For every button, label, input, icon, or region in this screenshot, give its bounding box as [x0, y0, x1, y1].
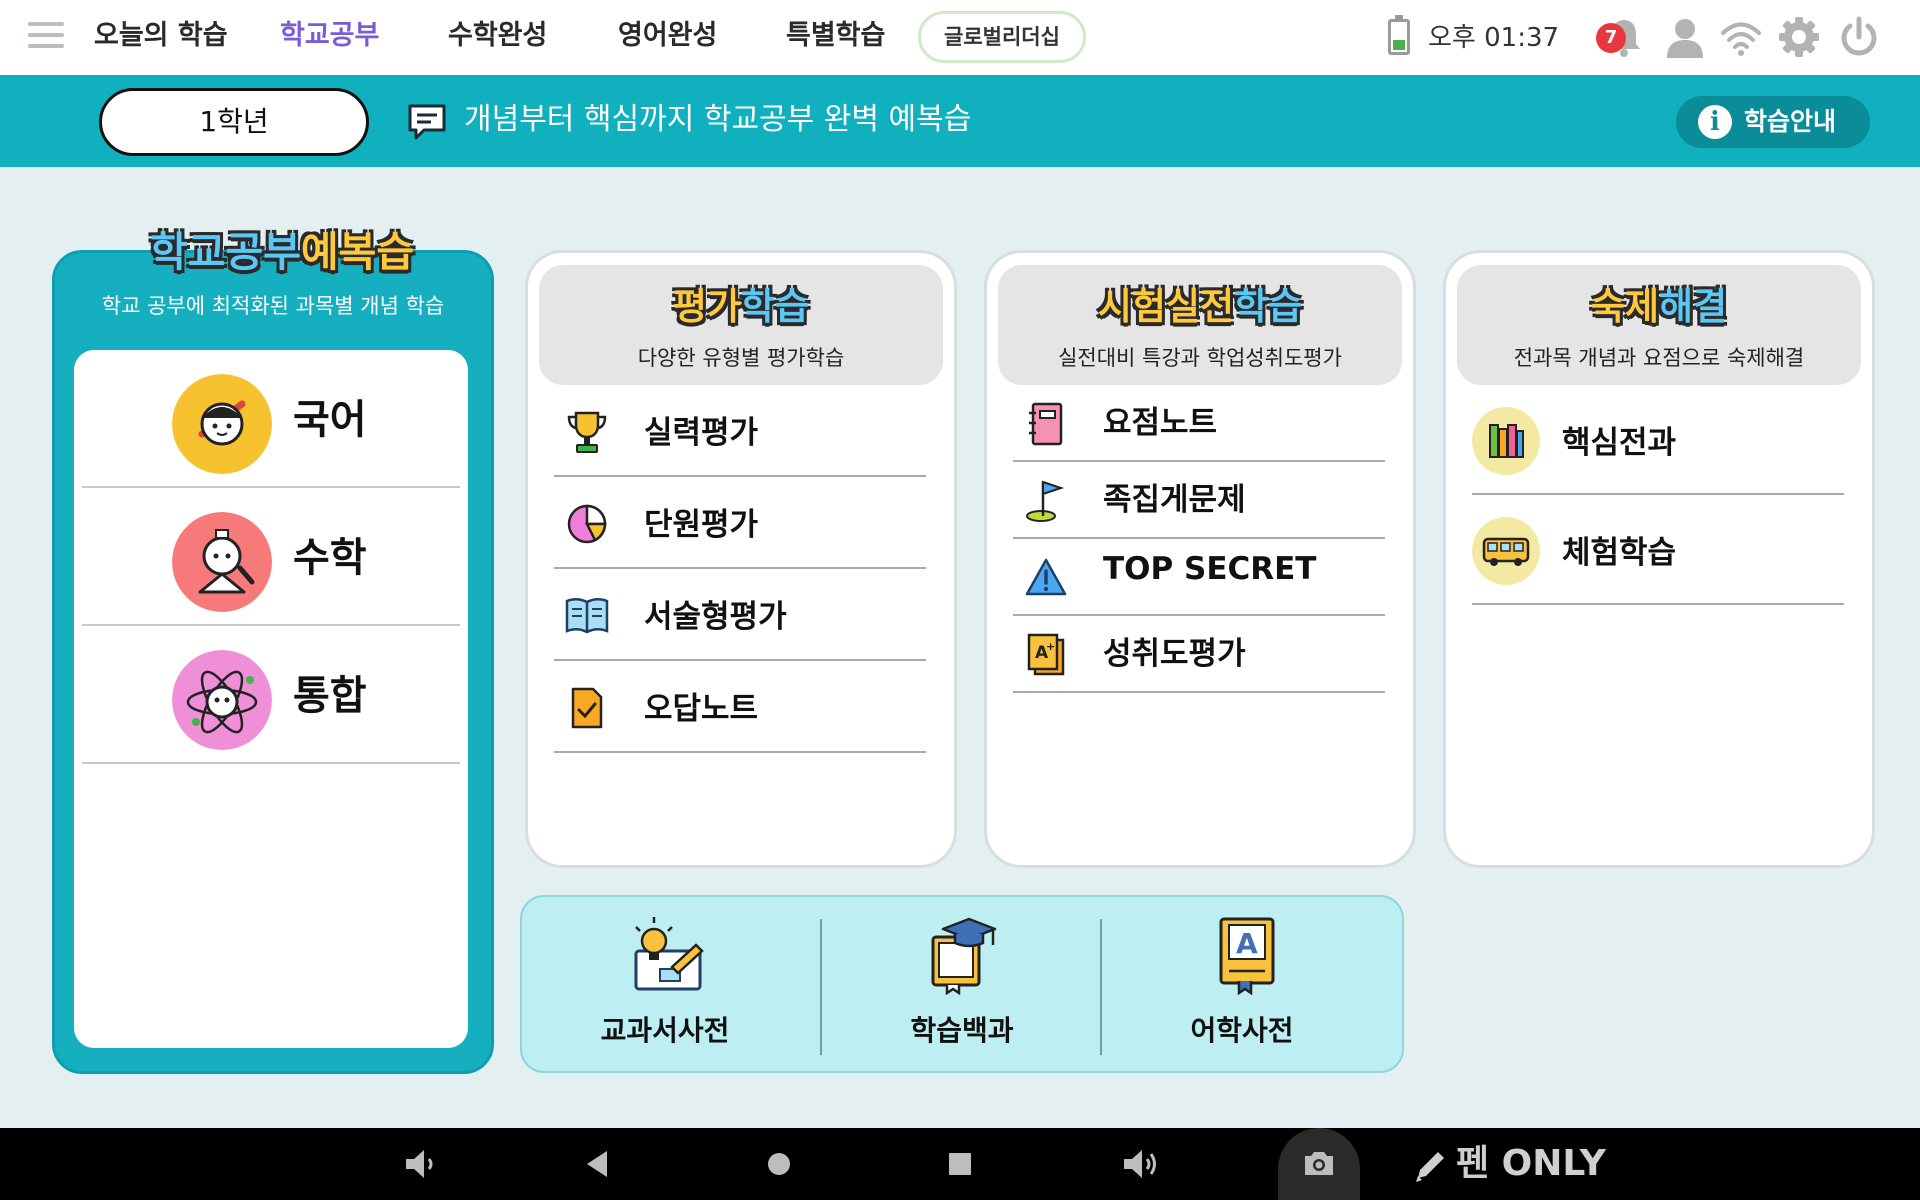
- learning-encyclopedia-button[interactable]: 학습백과: [822, 911, 1102, 1061]
- back-icon[interactable]: [574, 1140, 622, 1188]
- checked-document-icon: [571, 687, 603, 729]
- exam-practice-card-header: 시험실전학습 실전대비 특강과 학업성취도평가: [998, 265, 1402, 385]
- review-panel-subtitle: 학교 공부에 최적화된 과목별 개념 학습: [101, 294, 445, 318]
- evaluation-card-title: 평가학습: [672, 285, 810, 328]
- open-book-icon: [565, 598, 609, 634]
- subject-item-korean[interactable]: 국어: [82, 350, 460, 488]
- evaluation-card-subtitle: 다양한 유형별 평가학습: [637, 346, 845, 370]
- books-icon: [1472, 407, 1540, 475]
- exam-practice-card: 시험실전학습 실전대비 특강과 학업성취도평가 요점노트 족집게문제 TOP S…: [987, 253, 1413, 865]
- pencil-icon: [1416, 1152, 1444, 1182]
- textbook-idea-icon: [634, 917, 704, 991]
- tab-math-complete[interactable]: 수학완성: [448, 16, 547, 56]
- svg-text:+: +: [1046, 640, 1055, 653]
- subject-label: 통합: [293, 673, 367, 719]
- tab-school-study[interactable]: 학교공부: [280, 16, 379, 56]
- notification-badge: 7: [1596, 23, 1626, 53]
- menu-item-label: TOP SECRET: [1103, 551, 1317, 587]
- tab-special-learning[interactable]: 특별학습: [786, 16, 885, 56]
- grade-selector[interactable]: 1학년: [99, 88, 369, 156]
- homework-card-title: 숙제해결: [1590, 285, 1728, 328]
- dictionary-label: 교과서사전: [600, 1014, 730, 1047]
- home-icon[interactable]: [755, 1140, 803, 1188]
- language-dictionary-button[interactable]: A 어학사전: [1102, 911, 1382, 1061]
- learning-guide-button[interactable]: i 학습안내: [1676, 96, 1870, 148]
- evaluation-card-header: 평가학습 다양한 유형별 평가학습: [539, 265, 943, 385]
- trophy-icon: [567, 411, 607, 453]
- volume-down-icon[interactable]: [396, 1140, 444, 1188]
- svg-text:A: A: [1236, 927, 1258, 960]
- tab-english-complete[interactable]: 영어완성: [618, 16, 717, 56]
- menu-item-label: 핵심전과: [1562, 425, 1677, 461]
- menu-item-label: 체험학습: [1562, 535, 1677, 571]
- math-character-icon: [172, 512, 272, 612]
- dictionary-label: 어학사전: [1190, 1014, 1294, 1047]
- bus-icon: [1472, 517, 1540, 585]
- clock: 오후 01:37: [1428, 23, 1560, 53]
- recents-icon[interactable]: [936, 1140, 984, 1188]
- a-plus-icon: A +: [1027, 633, 1065, 676]
- menu-item-pick-questions[interactable]: 족집게문제: [1013, 462, 1385, 539]
- menu-item-label: 성취도평가: [1103, 636, 1246, 672]
- menu-item-unit-test[interactable]: 단원평가: [554, 477, 926, 569]
- menu-item-field-trip[interactable]: 체험학습: [1472, 495, 1844, 605]
- subject-label: 수학: [293, 535, 367, 581]
- subject-label: 국어: [293, 397, 367, 443]
- pen-only-indicator: 펜 ONLY: [1412, 1138, 1606, 1190]
- wifi-icon: [1721, 22, 1761, 56]
- homework-card: 숙제해결 전과목 개념과 요점으로 숙제해결 핵심전과 체험학습: [1446, 253, 1872, 865]
- evaluation-card: 평가학습 다양한 유형별 평가학습 실력평가 단원평가 서술형평가 오답노트: [528, 253, 954, 865]
- review-panel-title: 학교공부예복습: [150, 228, 415, 276]
- menu-item-achievement-test[interactable]: A + 성취도평가: [1013, 616, 1385, 693]
- menu-item-label: 족집게문제: [1103, 482, 1246, 518]
- exam-practice-card-title: 시험실전학습: [1097, 285, 1303, 328]
- menu-item-descriptive-test[interactable]: 서술형평가: [554, 569, 926, 661]
- menu-item-core-reference[interactable]: 핵심전과: [1472, 385, 1844, 495]
- info-icon: i: [1698, 105, 1732, 139]
- korean-character-icon: [172, 374, 272, 474]
- dictionary-label: 학습백과: [910, 1014, 1014, 1047]
- top-navigation-bar: 오늘의 학습 학교공부 수학완성 영어완성 특별학습 글로벌리더십 오후 01:…: [0, 0, 1920, 75]
- camera-icon[interactable]: [1295, 1140, 1343, 1188]
- info-banner: 1학년 개념부터 핵심까지 학교공부 완벽 예복습 i 학습안내: [0, 75, 1920, 167]
- gear-icon[interactable]: [1778, 16, 1820, 58]
- pen-only-label: 펜 ONLY: [1456, 1143, 1606, 1184]
- textbook-dictionary-button[interactable]: 교과서사전: [525, 911, 805, 1061]
- integrated-character-icon: [172, 650, 272, 750]
- menu-item-wrong-answer-note[interactable]: 오답노트: [554, 661, 926, 753]
- homework-card-header: 숙제해결 전과목 개념과 요점으로 숙제해결: [1457, 265, 1861, 385]
- warning-icon: [1025, 558, 1067, 596]
- notebook-icon: [1029, 402, 1063, 446]
- profile-icon[interactable]: [1664, 16, 1706, 58]
- menu-item-label: 오답노트: [644, 691, 759, 727]
- menu-item-label: 서술형평가: [644, 599, 787, 635]
- system-navigation-bar: 펜 ONLY: [0, 1128, 1920, 1200]
- menu-item-label: 실력평가: [644, 415, 759, 451]
- power-icon[interactable]: [1838, 16, 1880, 58]
- menu-item-label: 요점노트: [1103, 405, 1218, 441]
- subject-item-math[interactable]: 수학: [82, 488, 460, 626]
- homework-card-subtitle: 전과목 개념과 요점으로 숙제해결: [1513, 346, 1805, 370]
- learning-guide-label: 학습안내: [1744, 107, 1837, 136]
- menu-item-key-notes[interactable]: 요점노트: [1013, 385, 1385, 462]
- volume-up-icon[interactable]: [1116, 1140, 1164, 1188]
- banner-message: 개념부터 핵심까지 학교공부 완벽 예복습: [464, 102, 972, 137]
- menu-item-skill-test[interactable]: 실력평가: [554, 385, 926, 477]
- golf-flag-icon: [1026, 480, 1065, 522]
- tab-today-learning[interactable]: 오늘의 학습: [94, 16, 228, 56]
- subject-list: 국어 수학 통합: [74, 350, 468, 1048]
- pie-chart-icon: [567, 504, 607, 544]
- subject-item-integrated[interactable]: 통합: [82, 626, 460, 764]
- encyclopedia-icon: [931, 917, 997, 995]
- menu-item-top-secret[interactable]: TOP SECRET: [1013, 539, 1385, 616]
- battery-icon: [1388, 15, 1410, 55]
- exam-practice-card-subtitle: 실전대비 특강과 학업성취도평가: [1058, 346, 1342, 370]
- menu-icon[interactable]: [28, 22, 64, 52]
- tab-global-leadership[interactable]: 글로벌리더십: [918, 11, 1086, 63]
- speech-bubble-icon: [408, 104, 446, 140]
- language-dictionary-icon: A: [1219, 917, 1275, 995]
- menu-item-label: 단원평가: [644, 507, 759, 543]
- dictionary-panel: 교과서사전 학습백과 A 어학사전: [520, 895, 1404, 1073]
